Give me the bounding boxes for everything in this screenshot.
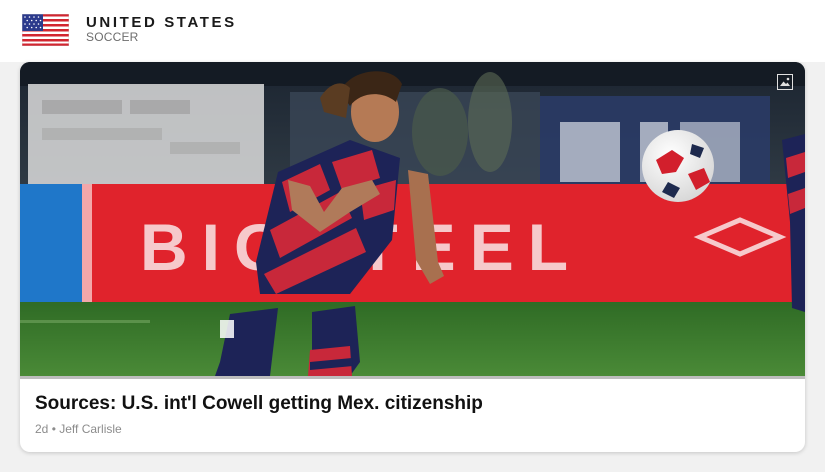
team-sport: SOCCER bbox=[86, 30, 139, 44]
image-icon[interactable] bbox=[777, 74, 793, 90]
us-flag-icon bbox=[22, 14, 69, 46]
story-photo[interactable]: BIGSTEEL bbox=[20, 62, 805, 376]
story-author: Jeff Carlisle bbox=[59, 422, 122, 436]
story-headline[interactable]: Sources: U.S. int'l Cowell getting Mex. … bbox=[35, 393, 483, 415]
story-card[interactable]: BIGSTEEL bbox=[20, 62, 805, 452]
team-name[interactable]: UNITED STATES bbox=[86, 14, 237, 31]
photo-divider bbox=[20, 376, 805, 379]
team-header: UNITED STATES SOCCER bbox=[0, 0, 825, 62]
story-meta: 2d • Jeff Carlisle bbox=[35, 422, 122, 436]
story-age: 2d bbox=[35, 422, 49, 436]
meta-separator: • bbox=[51, 422, 56, 436]
